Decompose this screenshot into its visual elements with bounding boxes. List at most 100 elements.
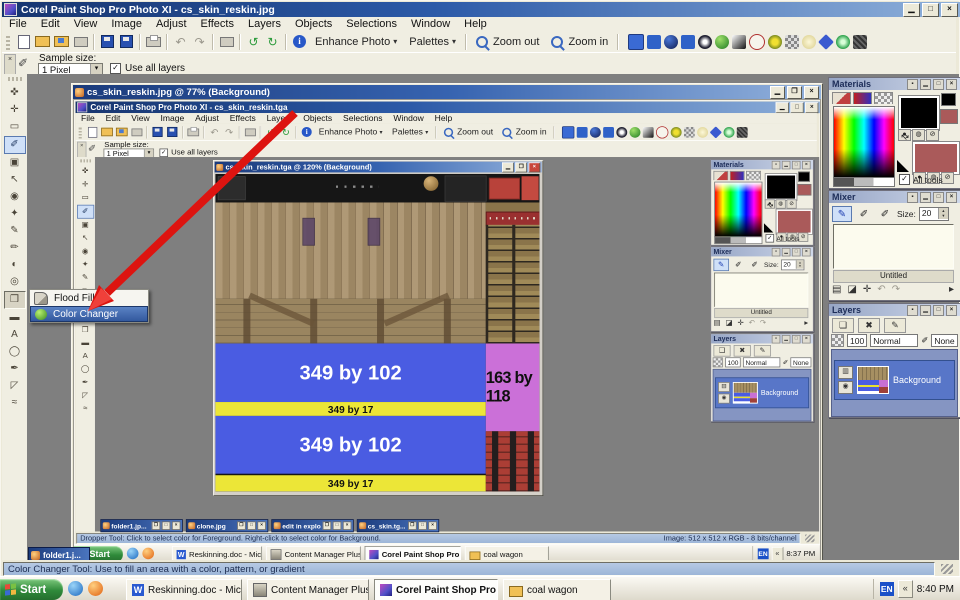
menu-item[interactable]: Objects [288, 18, 339, 30]
taskbar-task[interactable]: Reskinning.doc - Microso... [126, 579, 242, 600]
menu-item[interactable]: Window [404, 18, 457, 30]
tool-button[interactable]: ↖ [5, 172, 25, 188]
background-color-chip[interactable] [940, 109, 958, 124]
tool-button[interactable]: ◸ [5, 378, 25, 394]
tool-button[interactable]: ▣ [5, 155, 25, 171]
effect-icon[interactable] [647, 35, 661, 49]
rotate-left-icon[interactable]: ↺ [245, 34, 262, 50]
toolbar-grip[interactable] [8, 77, 22, 81]
tool-button[interactable]: ◯ [5, 344, 25, 360]
mixer-pencil-icon[interactable]: ✐ [876, 207, 894, 221]
effect-icon[interactable] [715, 35, 729, 49]
maximize-icon[interactable]: □ [933, 79, 944, 90]
effect-icon[interactable] [853, 35, 867, 49]
menu-item[interactable]: View [67, 18, 105, 30]
menu-item[interactable]: Effects [194, 18, 241, 30]
redo-icon[interactable]: ↷ [191, 34, 208, 50]
browse-icon[interactable] [53, 34, 70, 50]
mixer-knife-icon[interactable]: ✐ [855, 207, 873, 221]
flood-fill-menu-item[interactable]: Flood Fill [30, 290, 148, 306]
tool-button[interactable]: A [5, 327, 25, 343]
tool-button[interactable]: ≈ [5, 395, 25, 411]
new-page-icon[interactable]: ▤ [832, 284, 841, 295]
frame-tab[interactable] [832, 92, 851, 104]
menu-item[interactable]: Layers [241, 18, 288, 30]
blend-mode-select[interactable]: Normal [870, 334, 918, 347]
effect-icon[interactable] [698, 35, 712, 49]
info-icon[interactable]: i [291, 34, 308, 50]
capture-icon[interactable] [218, 34, 235, 50]
menu-item[interactable]: Adjust [149, 18, 194, 30]
enhance-photo-button[interactable]: Enhance Photo▾ [309, 33, 403, 51]
print-icon[interactable] [145, 34, 162, 50]
gradient-style-icon[interactable]: ◍ [912, 129, 925, 141]
effect-icon[interactable] [749, 34, 765, 50]
tool-button[interactable]: ✦ [5, 206, 25, 222]
effect-icon[interactable] [768, 35, 782, 49]
quick-launch-browser-icon[interactable] [88, 581, 103, 596]
resize-grip[interactable] [941, 564, 953, 574]
document-title-bar[interactable]: cs_skin_reskin.jpg @ 77% (Background) ▁ … [73, 85, 821, 99]
effect-icon[interactable] [818, 34, 834, 50]
mixer-brush-icon[interactable]: ✎ [832, 206, 852, 222]
effect-icon[interactable] [681, 35, 695, 49]
menu-item[interactable]: Edit [34, 18, 67, 30]
document-image[interactable]: Corel Paint Shop Pro Photo XI - cs_skin_… [73, 99, 821, 560]
scanner-icon[interactable] [72, 34, 89, 50]
tool-button[interactable]: ❒ [4, 291, 26, 309]
rotate-right-icon[interactable]: ↻ [264, 34, 281, 50]
collapse-tray-icon[interactable]: « [898, 580, 913, 598]
move-icon[interactable]: ✛ [863, 284, 871, 295]
close-button[interactable]: × [804, 86, 819, 99]
transparent-style-icon[interactable]: ⊘ [926, 129, 939, 141]
quick-launch-messenger-icon[interactable] [68, 581, 83, 596]
tool-button[interactable]: ✛ [5, 102, 25, 118]
save-icon[interactable] [99, 34, 116, 50]
menu-item[interactable]: Image [104, 18, 149, 30]
save-as-icon[interactable] [118, 34, 135, 50]
taskbar-task[interactable]: coal wagon [503, 579, 611, 600]
chevron-down-icon[interactable]: ▾ [90, 64, 102, 74]
zoom-in-button[interactable]: Zoom in [545, 33, 614, 51]
tool-button[interactable]: ▭ [5, 119, 25, 135]
foreground-swatch[interactable] [899, 96, 939, 130]
open-icon[interactable] [34, 34, 51, 50]
effect-icon[interactable] [836, 35, 850, 49]
minimize-icon[interactable]: ▁ [920, 79, 931, 90]
use-all-layers-checkbox[interactable]: ✓ Use all layers [110, 63, 185, 74]
mixer-size-input[interactable]: 20▴▾ [919, 207, 949, 221]
taskbar-task[interactable]: Content Manager Plus [247, 579, 369, 600]
undo-icon[interactable]: ↶ [172, 34, 189, 50]
tool-button[interactable]: ✐ [4, 136, 26, 154]
edit-selection-button[interactable]: ✎ [884, 318, 906, 333]
remix-icon[interactable]: ↷ [892, 284, 900, 295]
tool-button[interactable]: ✎ [5, 223, 25, 239]
link-set-select[interactable]: None [931, 334, 957, 347]
new-file-icon[interactable] [15, 34, 32, 50]
visibility-eye-icon[interactable]: ◉ [838, 381, 853, 394]
restore-button[interactable]: ❐ [787, 86, 802, 99]
menu-item[interactable]: Help [457, 18, 494, 30]
tool-button[interactable]: ◐ [5, 257, 25, 273]
layer-row[interactable]: ▥◉ Background [834, 360, 955, 400]
tool-button[interactable]: ◉ [5, 189, 25, 205]
all-tools-checkbox[interactable]: ✓All tools [899, 174, 943, 185]
foreground-color-chip[interactable] [941, 93, 956, 106]
toolbar-grip[interactable] [6, 34, 10, 50]
menu-item[interactable]: File [2, 18, 34, 30]
tool-button[interactable]: ✏ [5, 240, 25, 256]
tool-button[interactable]: ✒ [5, 361, 25, 377]
layer-opacity[interactable]: 100 [847, 334, 867, 347]
open-folder-icon[interactable]: ◪ [847, 284, 856, 295]
palettes-button[interactable]: Palettes▾ [403, 33, 462, 51]
start-button[interactable]: Start [0, 579, 63, 600]
background-swatch[interactable] [913, 142, 959, 174]
language-indicator[interactable]: EN [880, 582, 894, 596]
zoom-out-button[interactable]: Zoom out [470, 33, 545, 51]
effect-icon[interactable] [732, 35, 746, 49]
rainbow-tab[interactable] [853, 92, 872, 104]
color-changer-menu-item[interactable]: Color Changer [30, 306, 148, 322]
effect-icon[interactable] [664, 35, 678, 49]
more-icon[interactable]: ▸ [949, 284, 954, 295]
tool-button[interactable]: ◎ [5, 274, 25, 290]
